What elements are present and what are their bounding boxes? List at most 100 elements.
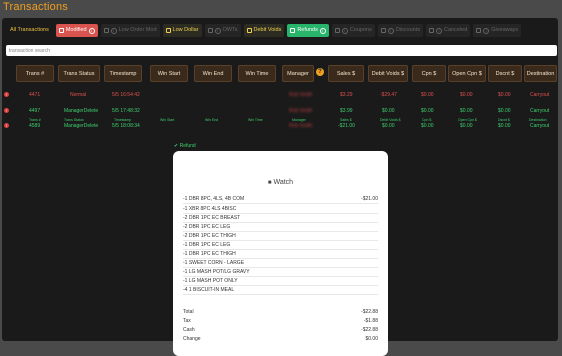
checkbox-icon — [476, 28, 482, 33]
receipt-line: -2 DBR 1PC EC BREAST — [183, 215, 378, 223]
receipt-line: -1 DBR 8PC, 4LS, 4B COM -$21.00 — [183, 196, 378, 204]
cell-cpn: $0.00 — [421, 108, 434, 114]
cell-sales: $3.29 — [340, 92, 353, 98]
line-item: -4 1 BISCUIT-IN MEAL — [183, 287, 235, 293]
column-header-win-end[interactable]: Win End — [194, 65, 232, 82]
filter-low-order-mod[interactable]: i Low Order Mod — [100, 24, 160, 37]
cell-status: ManagerDelete — [64, 108, 99, 114]
checkbox-icon — [290, 28, 296, 33]
filter-debit-voids[interactable]: Debit Voids — [243, 24, 285, 37]
cell-status: ManagerDelete — [64, 123, 99, 129]
column-header-manager[interactable]: Manager — [282, 65, 314, 82]
column-header-debit-voids[interactable]: Debit Voids $ — [368, 65, 408, 82]
cell-debit-voids: $0.00 — [382, 123, 395, 129]
cell-manager: Rob Smith — [289, 123, 313, 129]
cell-timestamp: 5/5 18:08:34 — [112, 123, 140, 129]
receipt-line: -1 DBR 1PC EC LEG — [183, 242, 378, 250]
cell-manager: Rob Smith — [289, 92, 313, 98]
filter-giveaways[interactable]: i Giveaways — [473, 24, 522, 37]
filter-modified[interactable]: Modified i — [55, 24, 98, 37]
checkbox-icon — [380, 28, 386, 33]
cell-debit-voids: $0.00 — [382, 108, 395, 114]
column-header-dscnt[interactable]: Dscnt $ — [488, 65, 522, 82]
filter-label: Coupons — [349, 27, 372, 33]
filter-refunds[interactable]: Refunds i — [287, 24, 329, 37]
filter-owts[interactable]: i OWTs — [204, 24, 241, 37]
mini-header-manager: Manager — [292, 118, 306, 122]
filter-discounts[interactable]: i Discounts — [377, 24, 424, 37]
tax-row: Tax -$1.88 — [183, 318, 378, 325]
cell-status: Normal — [70, 92, 87, 98]
filter-bar: All Transactions Modified i i Low Order Mo… — [6, 24, 522, 37]
transaction-search-input[interactable] — [6, 45, 557, 56]
line-price: -$21.00 — [361, 196, 378, 202]
column-header-win-time[interactable]: Win Time — [238, 65, 276, 82]
cell-trans: 4497 — [29, 108, 41, 114]
mini-header-dscnt: Dscnt $ — [498, 118, 510, 122]
filter-low-dollar[interactable]: Low Dollar — [162, 24, 202, 37]
mini-header-cpn: Cpn $ — [422, 118, 432, 122]
column-header-sales[interactable]: Sales $ — [328, 65, 364, 82]
mini-header-destination: Destination — [529, 118, 547, 122]
cell-trans: 4471 — [29, 92, 41, 98]
cell-timestamp: 5/5 16:54:42 — [112, 92, 140, 98]
cell-open-cpn: $0.00 — [460, 108, 473, 114]
receipt-panel: ■ Watch -1 DBR 8PC, 4LS, 4B COM -$21.00 -… — [173, 151, 388, 356]
filter-label: Refunds — [297, 27, 318, 33]
mini-header-win-start: Win Start — [160, 118, 175, 122]
cell-destination: Carryout — [530, 92, 550, 98]
cell-sales: $3.99 — [340, 108, 353, 114]
column-header-timestamp[interactable]: Timestamp — [104, 65, 142, 82]
mini-header-win-end: Win End — [205, 118, 219, 122]
cash-row: Cash -$22.88 — [183, 327, 378, 334]
filter-label: Modified — [65, 27, 87, 33]
cash-value: -$22.88 — [361, 327, 378, 333]
receipt-header: ■ Watch — [173, 179, 388, 186]
cell-sales: -$21.00 — [338, 123, 355, 129]
page-title: Transactions — [3, 1, 68, 13]
mini-header-sales: Sales $ — [340, 118, 352, 122]
mini-header-status: Trans Status — [64, 118, 84, 122]
receipt-line: -1 XBR 8PC 4LS 4BISC — [183, 206, 378, 214]
help-icon[interactable]: ? — [316, 68, 324, 76]
cell-cpn: $0.00 — [421, 92, 434, 98]
line-item: -1 DBR 1PC EC THIGH — [183, 251, 236, 257]
line-item: -2 DBR 1PC EC LEG — [183, 224, 231, 230]
line-item: -1 XBR 8PC 4LS 4BISC — [183, 206, 237, 212]
cell-open-cpn: $0.00 — [460, 92, 473, 98]
filter-label: Canceled — [444, 27, 468, 33]
cell-dscnt: $0.00 — [498, 92, 511, 98]
refund-label-text: Refund — [179, 143, 196, 149]
total-value: -$22.88 — [361, 309, 378, 315]
filter-coupons[interactable]: i Coupons — [331, 24, 375, 37]
cell-destination: Carryout — [530, 123, 550, 129]
cell-cpn: $0.00 — [421, 123, 434, 129]
camera-icon: ■ — [267, 180, 272, 186]
info-icon: i — [110, 27, 117, 34]
column-header-open-cpn[interactable]: Open Cpn $ — [448, 65, 486, 82]
tax-value: -$1.88 — [363, 318, 378, 324]
mini-header-timestamp: Timestamp — [114, 118, 132, 122]
total-label: Total — [183, 309, 194, 315]
receipt-line: -1 LG MASH POT ONLY — [183, 278, 378, 286]
filter-label: Debit Voids — [253, 27, 282, 33]
info-icon: i — [319, 27, 326, 34]
change-value: $0.00 — [365, 336, 378, 342]
column-header-trans[interactable]: Trans # — [16, 65, 54, 82]
total-row: Total -$22.88 — [183, 309, 378, 316]
column-header-win-start[interactable]: Win Start — [150, 65, 188, 82]
receipt-line: -1 LG MASH POT/LG GRAVY — [183, 269, 378, 277]
filter-canceled[interactable]: i Canceled — [426, 24, 471, 37]
checkbox-icon — [246, 28, 252, 33]
filter-all-transactions[interactable]: All Transactions — [6, 24, 53, 37]
refund-label: ✔ Refund — [174, 143, 196, 149]
column-header-status[interactable]: Trans Status — [58, 65, 100, 82]
receipt-title: Watch — [273, 179, 294, 186]
column-header-cpn[interactable]: Cpn $ — [412, 65, 446, 82]
cash-label: Cash — [183, 327, 195, 333]
checkbox-icon — [165, 28, 171, 33]
filter-label: OWTs — [222, 27, 238, 33]
transactions-panel: All Transactions Modified i i Low Order Mo… — [2, 18, 558, 356]
column-header-destination[interactable]: Destination — [524, 65, 557, 82]
cell-open-cpn: $0.00 — [460, 123, 473, 129]
